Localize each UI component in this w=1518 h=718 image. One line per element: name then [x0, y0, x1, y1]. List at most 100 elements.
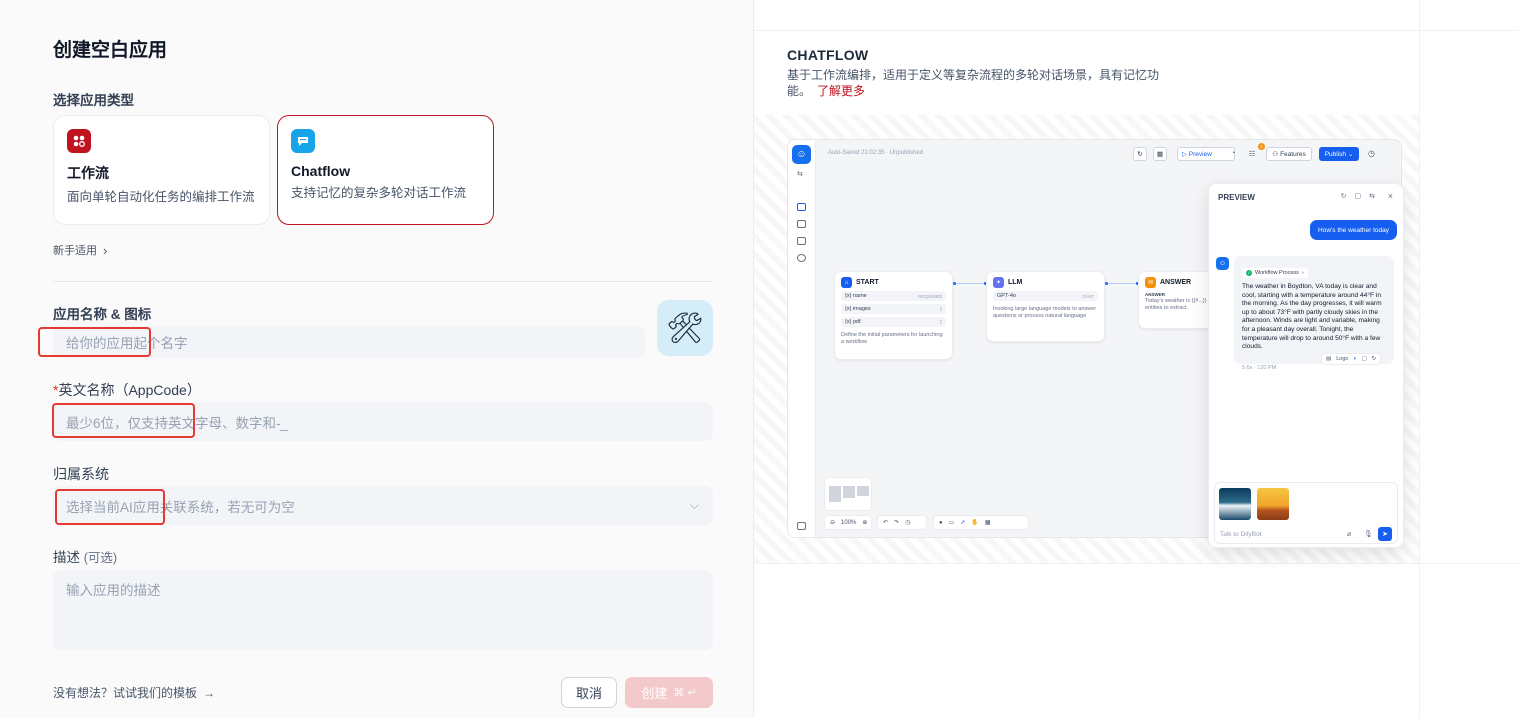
var-name: {x} pdf — [845, 319, 861, 325]
file-icon: ▯ — [939, 306, 942, 311]
edge — [1106, 283, 1138, 284]
layout-icon: ▦ — [984, 520, 991, 526]
create-button[interactable]: 创建 ⌘ ↵ — [625, 677, 713, 708]
preview-panel: CHATFLOW 基于工作流编排，适用于定义等复杂流程的多轮对话场景，具有记忆功… — [753, 0, 1518, 718]
gridline — [1419, 0, 1420, 718]
gridline — [754, 563, 1518, 564]
redo-icon: ↷ — [894, 520, 900, 526]
pointer-icon: ➚ — [960, 520, 966, 526]
mountain-thumbnail — [1219, 488, 1251, 520]
edge-handle — [953, 282, 956, 285]
desert-thumbnail — [1257, 488, 1289, 520]
node-desc: Today's weather is {{#...}} entities to … — [1145, 298, 1207, 311]
edge-handle — [1105, 282, 1108, 285]
page-title: 创建空白应用 — [53, 40, 168, 61]
type-desc: 支持记忆的复杂多轮对话工作流 — [291, 186, 467, 200]
app-type-label: 选择应用类型 — [53, 93, 134, 108]
model-tag: CHAT — [1082, 293, 1094, 299]
zoom-out-icon: ⊖ — [830, 520, 836, 526]
file-icon: ▯ — [939, 319, 942, 324]
zoom-in-icon: ⊕ — [862, 520, 868, 526]
node-title: ANSWER — [1160, 279, 1192, 286]
publish-button: Publish ⌄ — [1319, 147, 1359, 161]
restart-icon: ↻ — [1340, 193, 1347, 200]
chat-input-placeholder: Talk to DifyBot — [1220, 531, 1262, 538]
workflow-process: ✓ Workflow Process › — [1242, 267, 1308, 278]
highlight-box — [52, 403, 195, 438]
beginner-toggle[interactable]: 新手适用 › — [53, 242, 107, 258]
var-row: {x} name REQUIRED — [841, 291, 946, 301]
llm-node: ✦ LLM GPT-4o CHAT Invoking large language … — [986, 271, 1105, 342]
bot-icon: ☺ — [792, 145, 811, 164]
preview-title: PREVIEW — [1218, 193, 1255, 202]
close-icon: × — [1387, 191, 1393, 201]
system-label: 归属系统 — [53, 466, 109, 482]
var-tag: REQUIRED — [918, 293, 942, 299]
edge — [954, 283, 986, 284]
message-actions: ▤ Logs ◖ ▢ ↻ — [1321, 353, 1382, 365]
undo-icon: ↶ — [883, 520, 889, 526]
chevron-right-icon: › — [1301, 269, 1304, 276]
features-button: ⚇ Features — [1266, 147, 1312, 161]
mic-icon: 🎙 — [1364, 531, 1373, 538]
tool-controls: ● ▭ ➚ ✋ ▦ — [933, 515, 1029, 530]
autosave-status: Auto-Saved 21:02:35 · Unpublished — [828, 150, 924, 156]
node-title: START — [856, 279, 879, 286]
minimap — [824, 477, 872, 511]
appcode-label-row: *英文名称（AppCode） — [53, 380, 201, 400]
panel-icon — [797, 522, 806, 530]
send-icon: ➤ — [1378, 527, 1392, 541]
type-name: 工作流 — [67, 165, 109, 181]
create-label: 创建 — [641, 686, 668, 701]
desc-label-row: 描述 (可选) — [53, 546, 117, 566]
node-desc: Invoking large language models to answer… — [993, 306, 1097, 319]
type-card-workflow[interactable]: 工作流 面向单轮自动化任务的编排工作流 — [53, 115, 270, 225]
template-link[interactable]: 没有想法？试试我们的模板 → — [53, 684, 215, 701]
chat-preview-panel: PREVIEW ↻ ▢ ⇆ × How's the weather today ☺ … — [1208, 183, 1404, 548]
var-row: {x} images ▯ — [841, 304, 946, 314]
minimap-block — [843, 486, 855, 498]
cancel-button[interactable]: 取消 — [561, 677, 617, 708]
attach-icon: ⌀ — [1347, 531, 1352, 538]
var-name: {x} images — [845, 306, 871, 312]
features-icon: ⚇ — [1272, 151, 1279, 158]
user-message: How's the weather today — [1310, 220, 1397, 240]
logs-label: Logs — [1336, 356, 1349, 362]
appcode-label: 英文名称（AppCode） — [58, 382, 201, 398]
minimap-block — [829, 486, 841, 502]
history-controls: ↶ ↷ ◷ — [877, 515, 927, 530]
doc-icon — [797, 237, 806, 245]
gridline — [754, 30, 1518, 31]
chatflow-desc: 基于工作流编排，适用于定义等复杂流程的多轮对话场景，具有记忆功能。 了解更多 — [787, 67, 1167, 99]
chevron-right-icon: › — [103, 242, 108, 258]
app-icon-picker[interactable]: 🛠 — [657, 300, 713, 356]
chevron-down-icon: ⌵ — [689, 498, 699, 512]
swap-icon: ⇆ — [1369, 193, 1375, 200]
llm-icon: ✦ — [993, 277, 1004, 288]
template-link-label: 没有想法？试试我们的模板 — [53, 686, 198, 700]
beginner-label: 新手适用 — [53, 245, 97, 257]
node-desc: Define the initial parameters for launch… — [841, 332, 943, 345]
var-name: {x} name — [845, 293, 867, 299]
tools-icon: 🛠 — [665, 311, 705, 345]
type-card-chatflow[interactable]: Chatflow 支持记忆的复杂多轮对话工作流 — [277, 115, 494, 225]
terminal-icon — [797, 220, 806, 228]
palette-icon — [797, 254, 806, 262]
desc-textarea[interactable]: 输入应用的描述 — [53, 570, 713, 650]
var-icon: ▢ — [1354, 193, 1362, 200]
learn-more-link[interactable]: 了解更多 — [817, 84, 865, 98]
badge: 2 — [1258, 143, 1265, 150]
swap-icon: ⇆ — [797, 171, 803, 178]
var-row: {x} pdf ▯ — [841, 317, 946, 327]
create-shortcut: ⌘ ↵ — [673, 687, 697, 699]
checklist-icon: ☷ — [1249, 151, 1256, 158]
chat-input-area: Talk to DifyBot ⌀ 🎙 ➤ — [1214, 482, 1398, 544]
env-icon: ◔ — [1231, 150, 1236, 157]
bot-text: The weather in Boydton, VA today is clea… — [1242, 283, 1382, 351]
desc-label: 描述 — [53, 550, 80, 565]
grid-icon: ▦ — [1153, 147, 1167, 161]
type-name: Chatflow — [291, 163, 351, 179]
chatflow-title: CHATFLOW — [787, 47, 869, 63]
bot-avatar: ☺ — [1216, 257, 1229, 270]
desc-optional: (可选) — [83, 551, 118, 565]
